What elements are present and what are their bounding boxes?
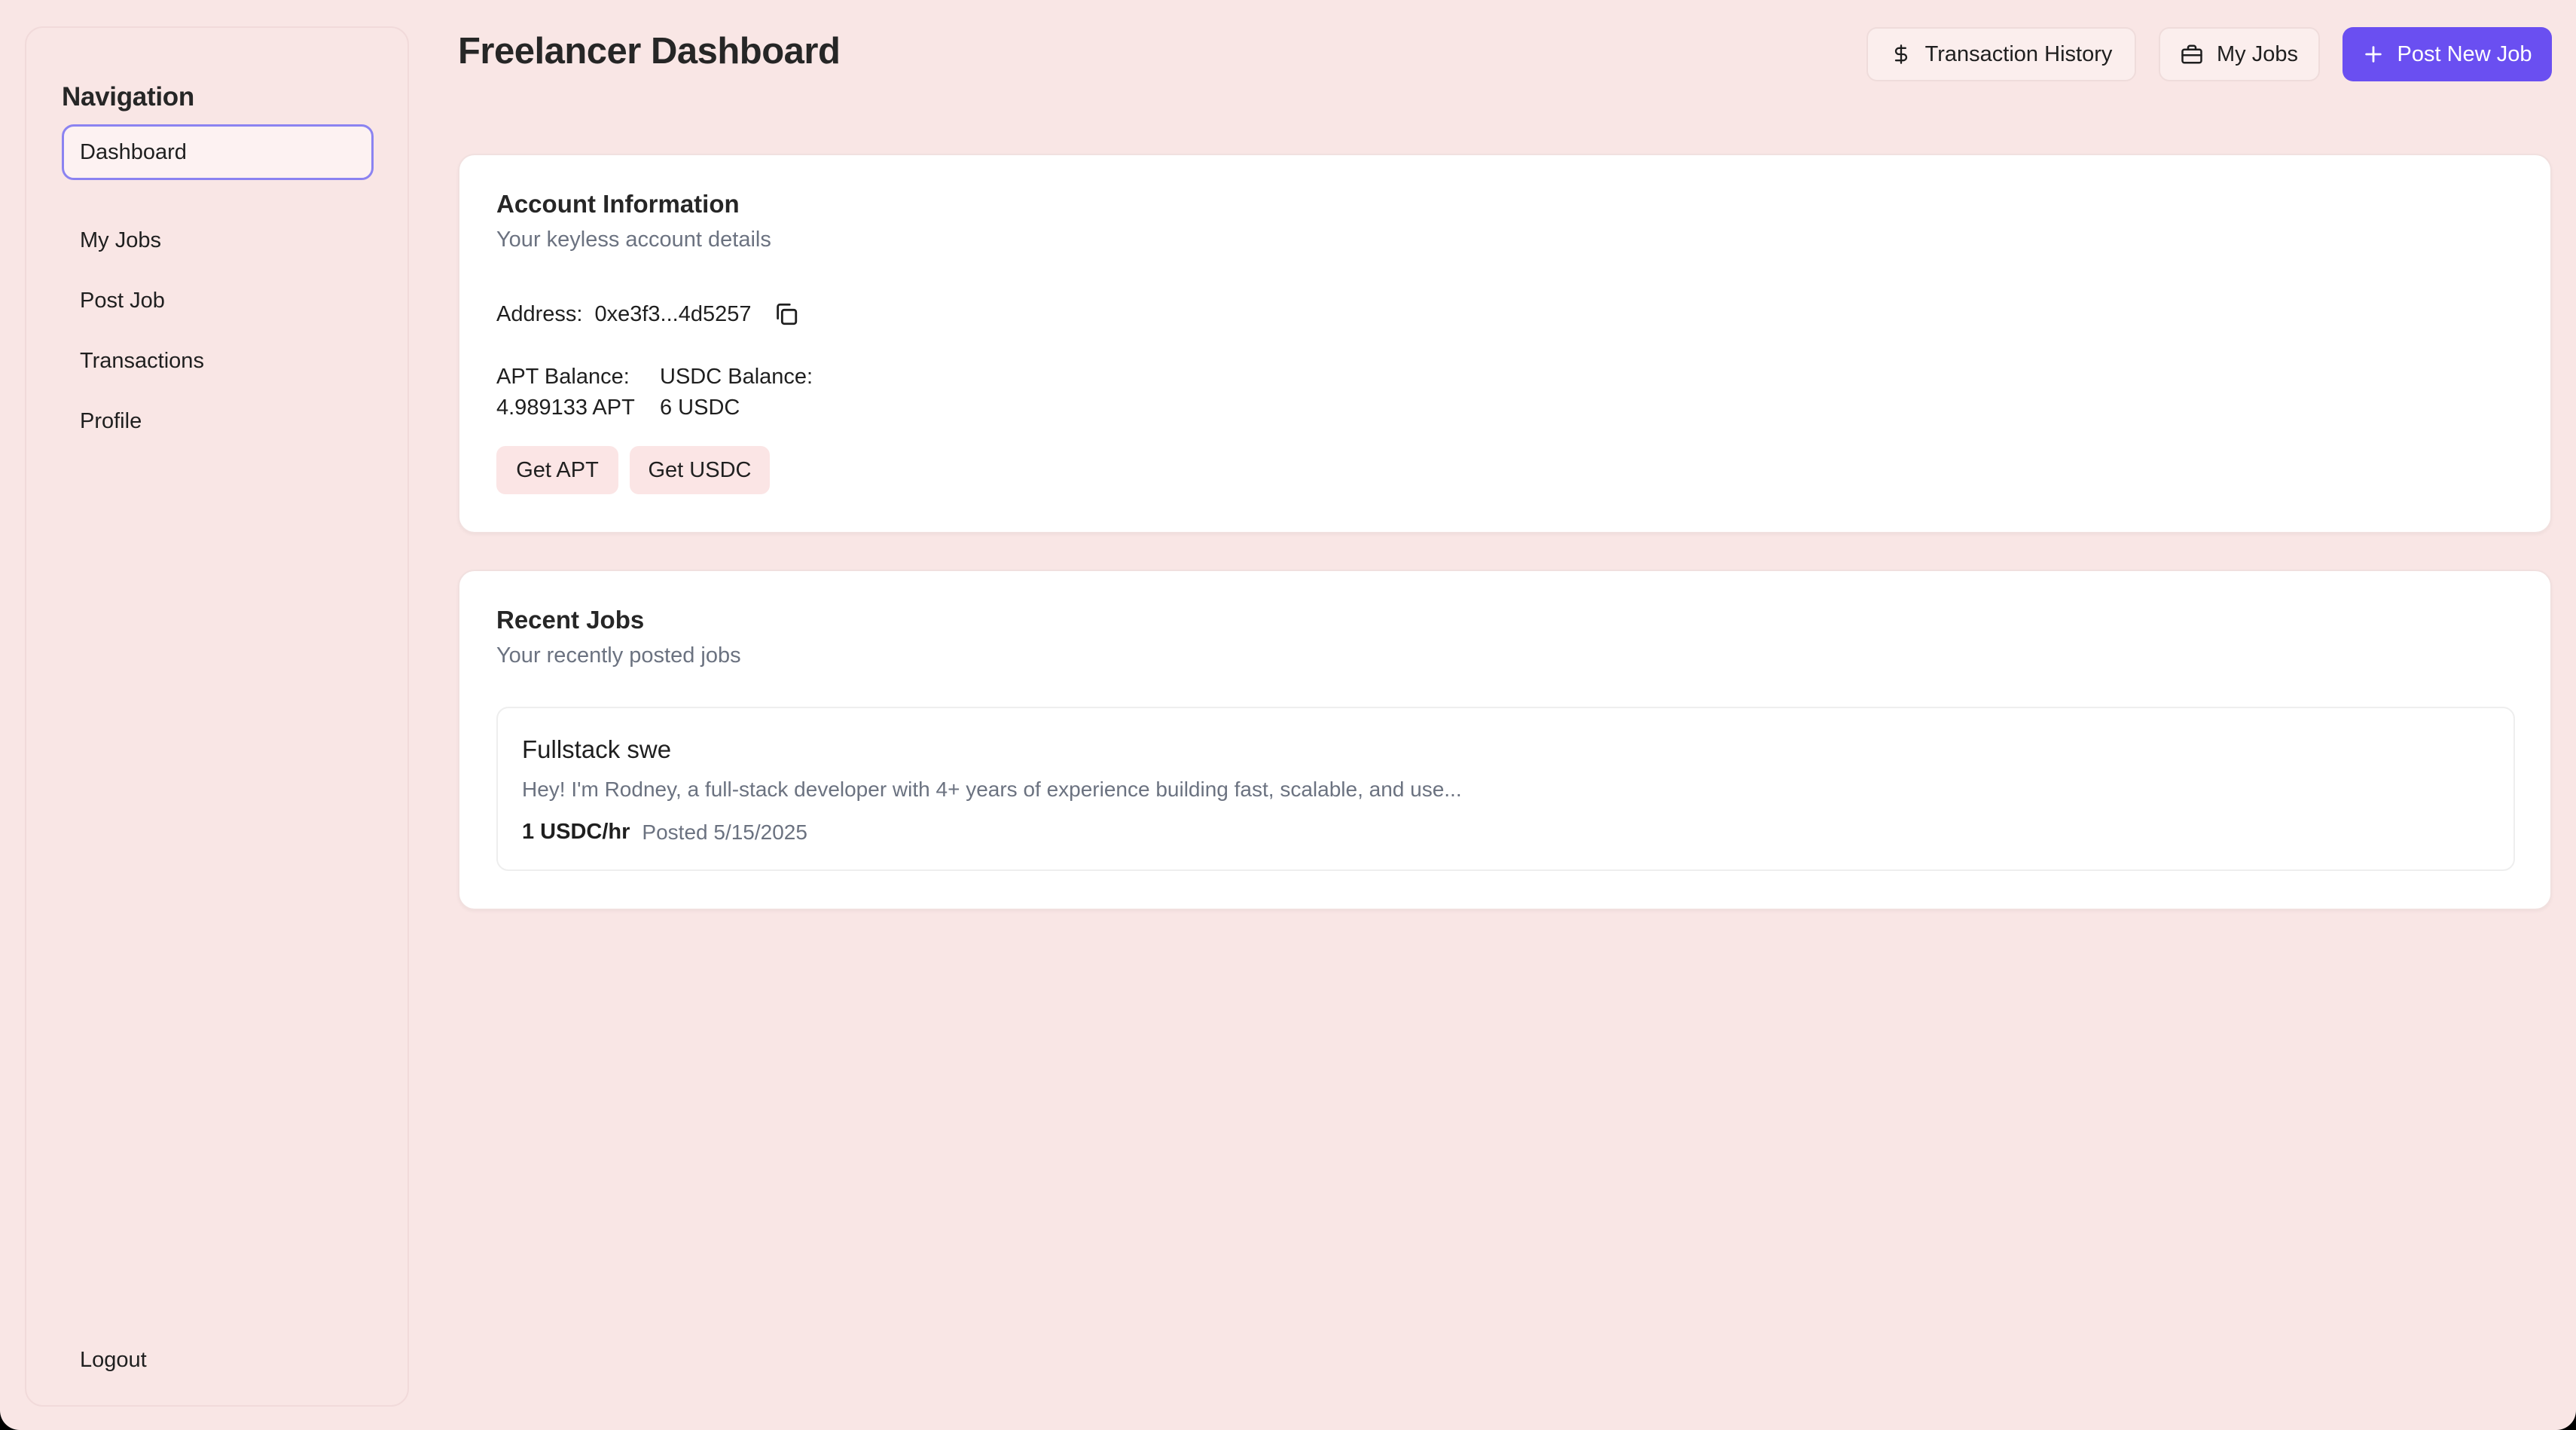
get-usdc-button[interactable]: Get USDC <box>630 446 770 494</box>
sidebar-item-my-jobs[interactable]: My Jobs <box>62 212 374 268</box>
plus-icon <box>2363 44 2384 65</box>
job-description: Hey! I'm Rodney, a full-stack developer … <box>522 778 1462 801</box>
recent-jobs-card: Recent Jobs Your recently posted jobs Fu… <box>458 570 2552 910</box>
job-list-item[interactable]: Fullstack swe Hey! I'm Rodney, a full-st… <box>496 707 2515 871</box>
sidebar-item-transactions[interactable]: Transactions <box>62 333 374 389</box>
post-new-job-label: Post New Job <box>2397 41 2532 66</box>
sidebar-item-post-job[interactable]: Post Job <box>62 273 374 328</box>
apt-balance-value: 4.989133 APT <box>496 396 635 420</box>
account-information-card: Account Information Your keyless account… <box>458 154 2552 533</box>
usdc-balance-value: 6 USDC <box>660 396 740 420</box>
recent-jobs-subtitle: Your recently posted jobs <box>496 643 741 668</box>
app-window: Navigation Dashboard My Jobs Post Job Tr… <box>0 0 2576 1430</box>
post-new-job-button[interactable]: Post New Job <box>2343 27 2552 81</box>
sidebar-title: Navigation <box>62 82 194 112</box>
copy-icon[interactable] <box>774 301 799 327</box>
get-apt-button[interactable]: Get APT <box>496 446 618 494</box>
page-title: Freelancer Dashboard <box>458 31 841 72</box>
transaction-history-label: Transaction History <box>1924 41 2113 66</box>
apt-balance-block: APT Balance: 4.989133 APT <box>496 365 635 420</box>
dollar-icon <box>1891 42 1912 66</box>
logout-button[interactable]: Logout <box>62 1332 374 1388</box>
job-meta-row: 1 USDC/hr Posted 5/15/2025 <box>522 820 807 845</box>
account-card-subtitle: Your keyless account details <box>496 228 771 252</box>
usdc-balance-block: USDC Balance: 6 USDC <box>660 365 813 420</box>
sidebar: Navigation Dashboard My Jobs Post Job Tr… <box>25 26 409 1407</box>
my-jobs-button[interactable]: My Jobs <box>2159 27 2320 81</box>
apt-balance-label: APT Balance: <box>496 365 630 389</box>
recent-jobs-title: Recent Jobs <box>496 606 645 634</box>
sidebar-item-dashboard[interactable]: Dashboard <box>62 124 374 180</box>
my-jobs-label: My Jobs <box>2217 41 2298 66</box>
usdc-balance-label: USDC Balance: <box>660 365 813 389</box>
job-title: Fullstack swe <box>522 735 672 763</box>
address-row: Address: 0xe3f3...4d5257 <box>496 301 799 327</box>
job-rate: 1 USDC/hr <box>522 820 630 844</box>
transaction-history-button[interactable]: Transaction History <box>1866 27 2136 81</box>
job-posted-date: Posted 5/15/2025 <box>642 820 807 844</box>
account-card-title: Account Information <box>496 190 740 218</box>
address-value: 0xe3f3...4d5257 <box>594 301 752 326</box>
sidebar-item-profile[interactable]: Profile <box>62 393 374 449</box>
address-label: Address: <box>496 301 583 326</box>
briefcase-icon <box>2181 43 2203 66</box>
